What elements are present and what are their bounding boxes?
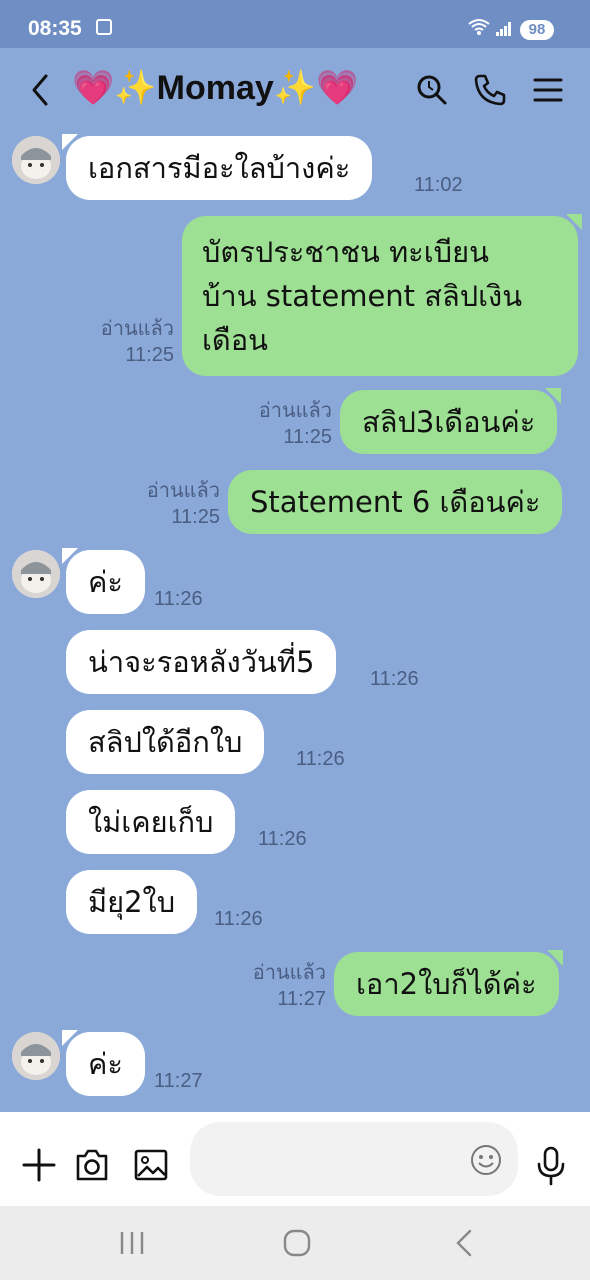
signal-icon (496, 22, 512, 36)
chat-title[interactable]: 💗✨Momay✨💗 (72, 68, 358, 108)
message-time: 11:26 (154, 588, 203, 610)
message-time: 11:26 (296, 748, 345, 770)
message-input[interactable] (190, 1122, 518, 1196)
microphone-icon[interactable] (536, 1146, 566, 1190)
search-icon[interactable] (414, 72, 450, 108)
home-icon[interactable] (282, 1228, 312, 1262)
message-time: 11:25 (283, 426, 332, 448)
message-time: 11:27 (277, 988, 326, 1010)
message-meta: อ่านแล้ว 11:27 (226, 960, 326, 1012)
avatar[interactable] (12, 550, 60, 598)
message-time: 11:26 (214, 908, 263, 930)
screenshot-icon (96, 19, 112, 35)
message-bubble-incoming[interactable]: ใม่เคยเก็บ (66, 790, 236, 854)
recent-apps-icon[interactable] (118, 1230, 146, 1260)
message-time: 11:02 (414, 174, 463, 196)
message-time: 11:26 (258, 828, 307, 850)
message-bubble-incoming[interactable]: ค่ะ (66, 550, 145, 614)
read-receipt: อ่านแล้ว (100, 318, 174, 340)
phone-icon[interactable] (472, 72, 508, 108)
message-meta: อ่านแล้ว 11:25 (74, 316, 174, 368)
plus-icon[interactable] (22, 1148, 56, 1186)
message-line: บ้าน statement สลิปเงิน (202, 279, 523, 313)
message-line: บัตรประชาชน ทะเบียน (202, 235, 489, 269)
message-bubble-incoming[interactable]: เอกสารมีอะใลบ้างค่ะ (66, 136, 373, 200)
message-bubble-outgoing[interactable]: สลิป3เดือนค่ะ (340, 388, 562, 454)
read-receipt: อ่านแล้ว (146, 480, 220, 502)
message-bubble-incoming[interactable]: น่าจะรอหลังวันที่5 (66, 630, 337, 694)
wifi-icon (468, 18, 490, 41)
avatar[interactable] (12, 1032, 60, 1080)
avatar[interactable] (12, 136, 60, 184)
message-meta: อ่านแล้ว 11:25 (232, 398, 332, 450)
message-time: 11:25 (171, 506, 220, 528)
message-bubble-incoming[interactable]: สลิปใด้อีกใบ (66, 710, 265, 774)
menu-icon[interactable] (530, 72, 566, 108)
battery-indicator: 98 (520, 20, 554, 40)
message-time: 11:27 (154, 1070, 203, 1092)
message-bubble-outgoing[interactable]: เอา2ใบก็ได้ค่ะ (334, 950, 563, 1016)
message-bubble-incoming[interactable]: ค่ะ (66, 1032, 145, 1096)
message-line: เดือน (202, 323, 268, 357)
read-receipt: อ่านแล้ว (252, 962, 326, 984)
status-time: 08:35 (28, 17, 82, 40)
system-navigation-bar (0, 1206, 590, 1280)
emoji-icon[interactable] (470, 1144, 502, 1180)
message-time: 11:26 (370, 668, 419, 690)
message-bubble-outgoing[interactable]: Statement 6 เดือนค่ะ (228, 470, 563, 534)
chat-header: 💗✨Momay✨💗 (0, 48, 590, 132)
camera-icon[interactable] (74, 1148, 110, 1186)
image-icon[interactable] (134, 1148, 168, 1186)
message-bubble-incoming[interactable]: มียุ2ใบ (66, 870, 198, 934)
chevron-left-icon[interactable] (26, 72, 56, 108)
message-list[interactable]: เอกสารมีอะใลบ้างค่ะ 11:02 บัตรประชาชน ทะ… (0, 132, 590, 1112)
message-meta: อ่านแล้ว 11:25 (120, 478, 220, 530)
back-nav-icon[interactable] (452, 1228, 476, 1262)
status-bar: 08:35 98 (0, 0, 590, 48)
read-receipt: อ่านแล้ว (258, 400, 332, 422)
message-bubble-outgoing[interactable]: บัตรประชาชน ทะเบียน บ้าน statement สลิปเ… (182, 214, 582, 376)
message-input-bar (0, 1112, 590, 1206)
message-time: 11:25 (125, 344, 174, 366)
